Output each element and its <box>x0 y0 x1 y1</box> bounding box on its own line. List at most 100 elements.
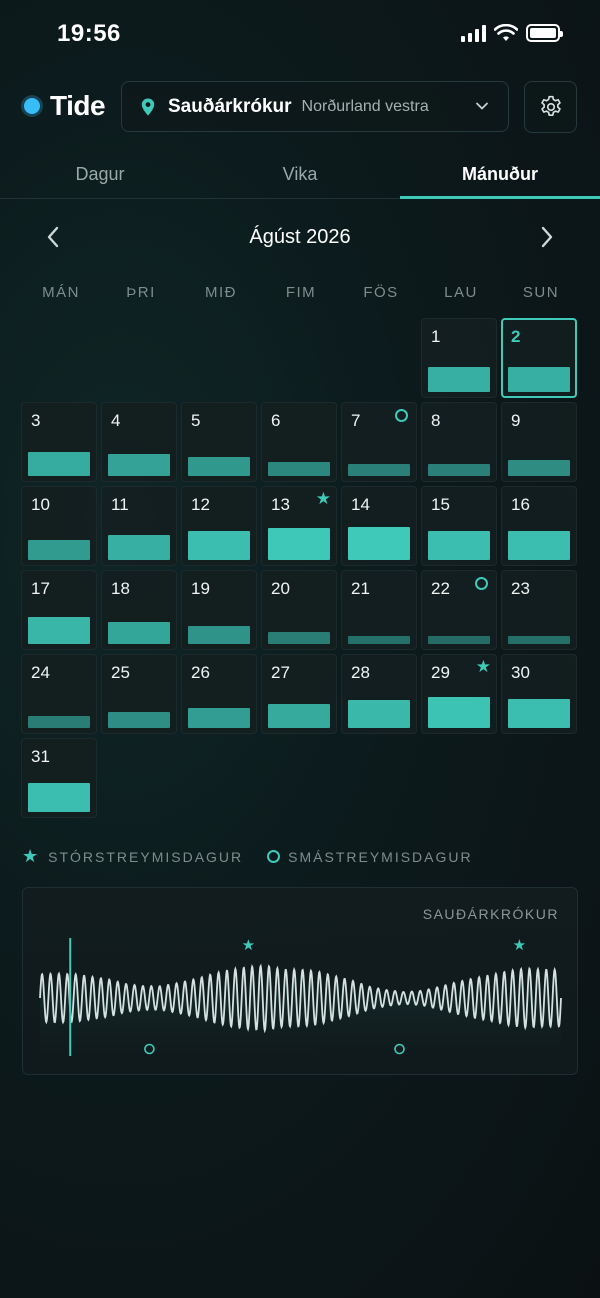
tide-range-bar <box>428 464 490 476</box>
calendar-day[interactable]: 14 <box>341 486 417 566</box>
calendar-day[interactable]: 11 <box>101 486 177 566</box>
day-number: 9 <box>511 411 521 430</box>
day-number: 26 <box>191 663 210 682</box>
calendar-day[interactable]: 3 <box>21 402 97 482</box>
tide-range-bar <box>428 531 490 560</box>
tab-week[interactable]: Vika <box>200 150 400 198</box>
tide-range-bar <box>508 531 570 560</box>
calendar-day[interactable]: 26 <box>181 654 257 734</box>
tide-range-bar <box>188 626 250 644</box>
tide-range-bar <box>348 700 410 728</box>
location-name: Sauðárkrókur <box>168 95 292 117</box>
tide-range-bar <box>28 617 90 644</box>
tide-range-bar <box>28 716 90 728</box>
tide-range-bar <box>348 636 410 644</box>
tide-range-bar <box>508 699 570 728</box>
tide-range-bar <box>188 531 250 560</box>
calendar-day[interactable]: 29 ★ <box>421 654 497 734</box>
tide-range-bar <box>348 464 410 476</box>
day-number: 15 <box>431 495 450 514</box>
status-bar: 19:56 <box>0 0 600 70</box>
legend-spring: ★ STÓRSTREYMISDAGUR <box>22 846 243 867</box>
location-select[interactable]: Sauðárkrókur Norðurland vestra <box>121 81 509 132</box>
calendar-day[interactable]: 9 <box>501 402 577 482</box>
day-number: 13 <box>271 495 290 514</box>
tab-month[interactable]: Mánuður <box>400 150 600 199</box>
legend-neap: SMÁSTREYMISDAGUR <box>267 846 472 867</box>
weekday-label: SUN <box>522 284 560 301</box>
day-number: 8 <box>431 411 441 430</box>
day-number: 21 <box>351 579 370 598</box>
calendar-day[interactable]: 27 <box>261 654 337 734</box>
calendar-day[interactable]: 20 <box>261 570 337 650</box>
star-icon: ★ <box>315 489 331 508</box>
calendar-day[interactable]: 8 <box>421 402 497 482</box>
calendar-day[interactable]: 6 <box>261 402 337 482</box>
weekday-label: ÞRI <box>126 284 156 301</box>
calendar-day[interactable]: 13 ★ <box>261 486 337 566</box>
calendar-day[interactable]: 2 <box>501 318 577 398</box>
day-number: 16 <box>511 495 530 514</box>
weekday-label: MIÐ <box>205 284 237 301</box>
day-number: 23 <box>511 579 530 598</box>
circle-icon <box>475 577 488 590</box>
day-number: 31 <box>31 747 50 766</box>
calendar-day[interactable]: 17 <box>21 570 97 650</box>
tide-range-bar <box>108 535 170 560</box>
tide-range-bar <box>188 457 250 476</box>
calendar-day[interactable]: 31 <box>21 738 97 818</box>
view-tabs: Dagur Vika Mánuður <box>0 150 600 199</box>
day-number: 2 <box>511 327 521 346</box>
settings-button[interactable] <box>524 81 577 133</box>
star-icon: ★ <box>242 936 255 954</box>
wifi-icon <box>494 24 518 41</box>
tide-range-bar <box>108 622 170 644</box>
calendar-day[interactable]: 5 <box>181 402 257 482</box>
tide-range-bar <box>268 462 330 476</box>
calendar-day[interactable]: 12 <box>181 486 257 566</box>
day-number: 29 <box>431 663 450 682</box>
calendar-day[interactable]: 21 <box>341 570 417 650</box>
tide-range-bar <box>428 367 490 392</box>
tab-day[interactable]: Dagur <box>0 150 200 198</box>
tide-range-bar <box>188 708 250 728</box>
calendar-day[interactable]: 7 <box>341 402 417 482</box>
tide-range-bar <box>28 783 90 812</box>
calendar-day[interactable]: 18 <box>101 570 177 650</box>
calendar-day[interactable]: 24 <box>21 654 97 734</box>
next-month-button[interactable] <box>536 224 558 250</box>
calendar-day[interactable]: 22 <box>421 570 497 650</box>
tide-range-bar <box>268 528 330 560</box>
calendar-day[interactable]: 10 <box>21 486 97 566</box>
month-navigation: Ágúst 2026 <box>0 222 600 252</box>
tide-range-bar <box>268 632 330 644</box>
weekday-label: FIM <box>285 284 317 301</box>
calendar-day[interactable]: 1 <box>421 318 497 398</box>
tide-range-bar <box>508 460 570 476</box>
tide-range-bar <box>428 697 490 728</box>
calendar-day[interactable]: 25 <box>101 654 177 734</box>
tide-range-bar <box>508 636 570 644</box>
circle-icon <box>267 850 281 863</box>
legend-neap-label: SMÁSTREYMISDAGUR <box>288 848 473 865</box>
calendar-day[interactable]: 23 <box>501 570 577 650</box>
day-number: 11 <box>111 495 129 514</box>
day-number: 22 <box>431 579 450 598</box>
weekday-label: MÁN <box>42 284 80 301</box>
calendar-day[interactable]: 30 <box>501 654 577 734</box>
day-number: 17 <box>31 579 50 598</box>
logo-dot-icon <box>24 98 40 114</box>
calendar-day[interactable]: 16 <box>501 486 577 566</box>
day-number: 18 <box>111 579 130 598</box>
day-number: 7 <box>351 411 361 430</box>
calendar-day[interactable]: 28 <box>341 654 417 734</box>
tide-range-bar <box>348 527 410 560</box>
tide-range-bar <box>268 704 330 728</box>
chevron-right-icon <box>541 226 553 248</box>
calendar-day[interactable]: 15 <box>421 486 497 566</box>
calendar-day[interactable]: 19 <box>181 570 257 650</box>
signal-icon <box>461 24 486 42</box>
legend: ★ STÓRSTREYMISDAGUR SMÁSTREYMISDAGUR <box>22 846 473 867</box>
tide-range-bar <box>428 636 490 644</box>
calendar-day[interactable]: 4 <box>101 402 177 482</box>
